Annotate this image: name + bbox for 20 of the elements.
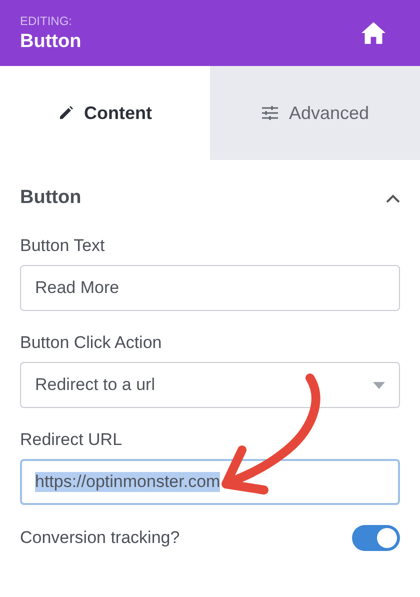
selected-text: https://optinmonster.com bbox=[35, 472, 220, 492]
home-icon[interactable] bbox=[360, 21, 387, 45]
sliders-icon bbox=[260, 105, 279, 121]
panel-title: Button bbox=[20, 30, 82, 52]
field-label: Redirect URL bbox=[20, 430, 124, 450]
field-value: Redirect to a url bbox=[35, 375, 155, 395]
editing-label: EDITING: bbox=[20, 14, 74, 28]
toggle-switch[interactable] bbox=[352, 525, 400, 551]
chevron-icon[interactable] bbox=[386, 194, 400, 202]
field-label: Conversion tracking? bbox=[20, 528, 180, 548]
tab[interactable]: Advanced bbox=[210, 66, 420, 160]
dropdown-arrow-icon bbox=[373, 382, 385, 388]
field-value: Read More bbox=[35, 278, 120, 298]
field-label: Button Click Action bbox=[20, 333, 163, 353]
field-label: Button Text bbox=[20, 236, 106, 256]
input-field[interactable]: Read More bbox=[20, 265, 400, 311]
section-title: Button bbox=[20, 187, 82, 209]
input-field[interactable]: https://optinmonster.com bbox=[20, 459, 400, 505]
pencil-icon bbox=[58, 105, 74, 121]
select-field[interactable]: Redirect to a url bbox=[20, 362, 400, 408]
